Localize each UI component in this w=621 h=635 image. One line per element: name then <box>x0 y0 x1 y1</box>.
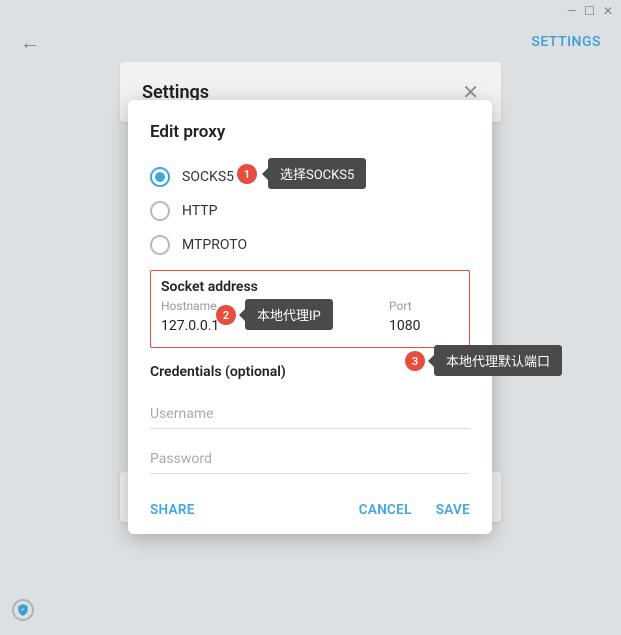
port-input[interactable] <box>389 316 459 337</box>
port-label: Port <box>389 299 459 313</box>
port-field[interactable]: Port <box>389 299 459 337</box>
annotation-tip-3: 本地代理默认端口 <box>434 345 562 376</box>
username-input[interactable] <box>150 398 470 429</box>
dialog-actions: SHARE CANCEL SAVE <box>150 502 470 518</box>
annotation-tip-2: 本地代理IP <box>245 299 333 330</box>
annotation-badge-3: 3 <box>405 351 425 371</box>
password-input[interactable] <box>150 443 470 474</box>
annotation-badge-1: 1 <box>237 164 257 184</box>
proxy-type-mtproto[interactable]: MTPROTO <box>150 228 470 262</box>
proxy-type-http[interactable]: HTTP <box>150 194 470 228</box>
annotation-badge-2: 2 <box>216 305 236 325</box>
save-button[interactable]: SAVE <box>436 502 470 518</box>
share-button[interactable]: SHARE <box>150 502 195 518</box>
cancel-button[interactable]: CANCEL <box>359 502 412 518</box>
radio-label: SOCKS5 <box>182 169 234 185</box>
radio-label: HTTP <box>182 203 217 219</box>
radio-icon <box>150 167 170 187</box>
radio-label: MTPROTO <box>182 237 247 253</box>
socket-section-title: Socket address <box>161 279 459 295</box>
radio-icon <box>150 235 170 255</box>
dialog-title: Edit proxy <box>150 122 470 142</box>
radio-icon <box>150 201 170 221</box>
annotation-tip-1: 选择SOCKS5 <box>268 158 366 189</box>
